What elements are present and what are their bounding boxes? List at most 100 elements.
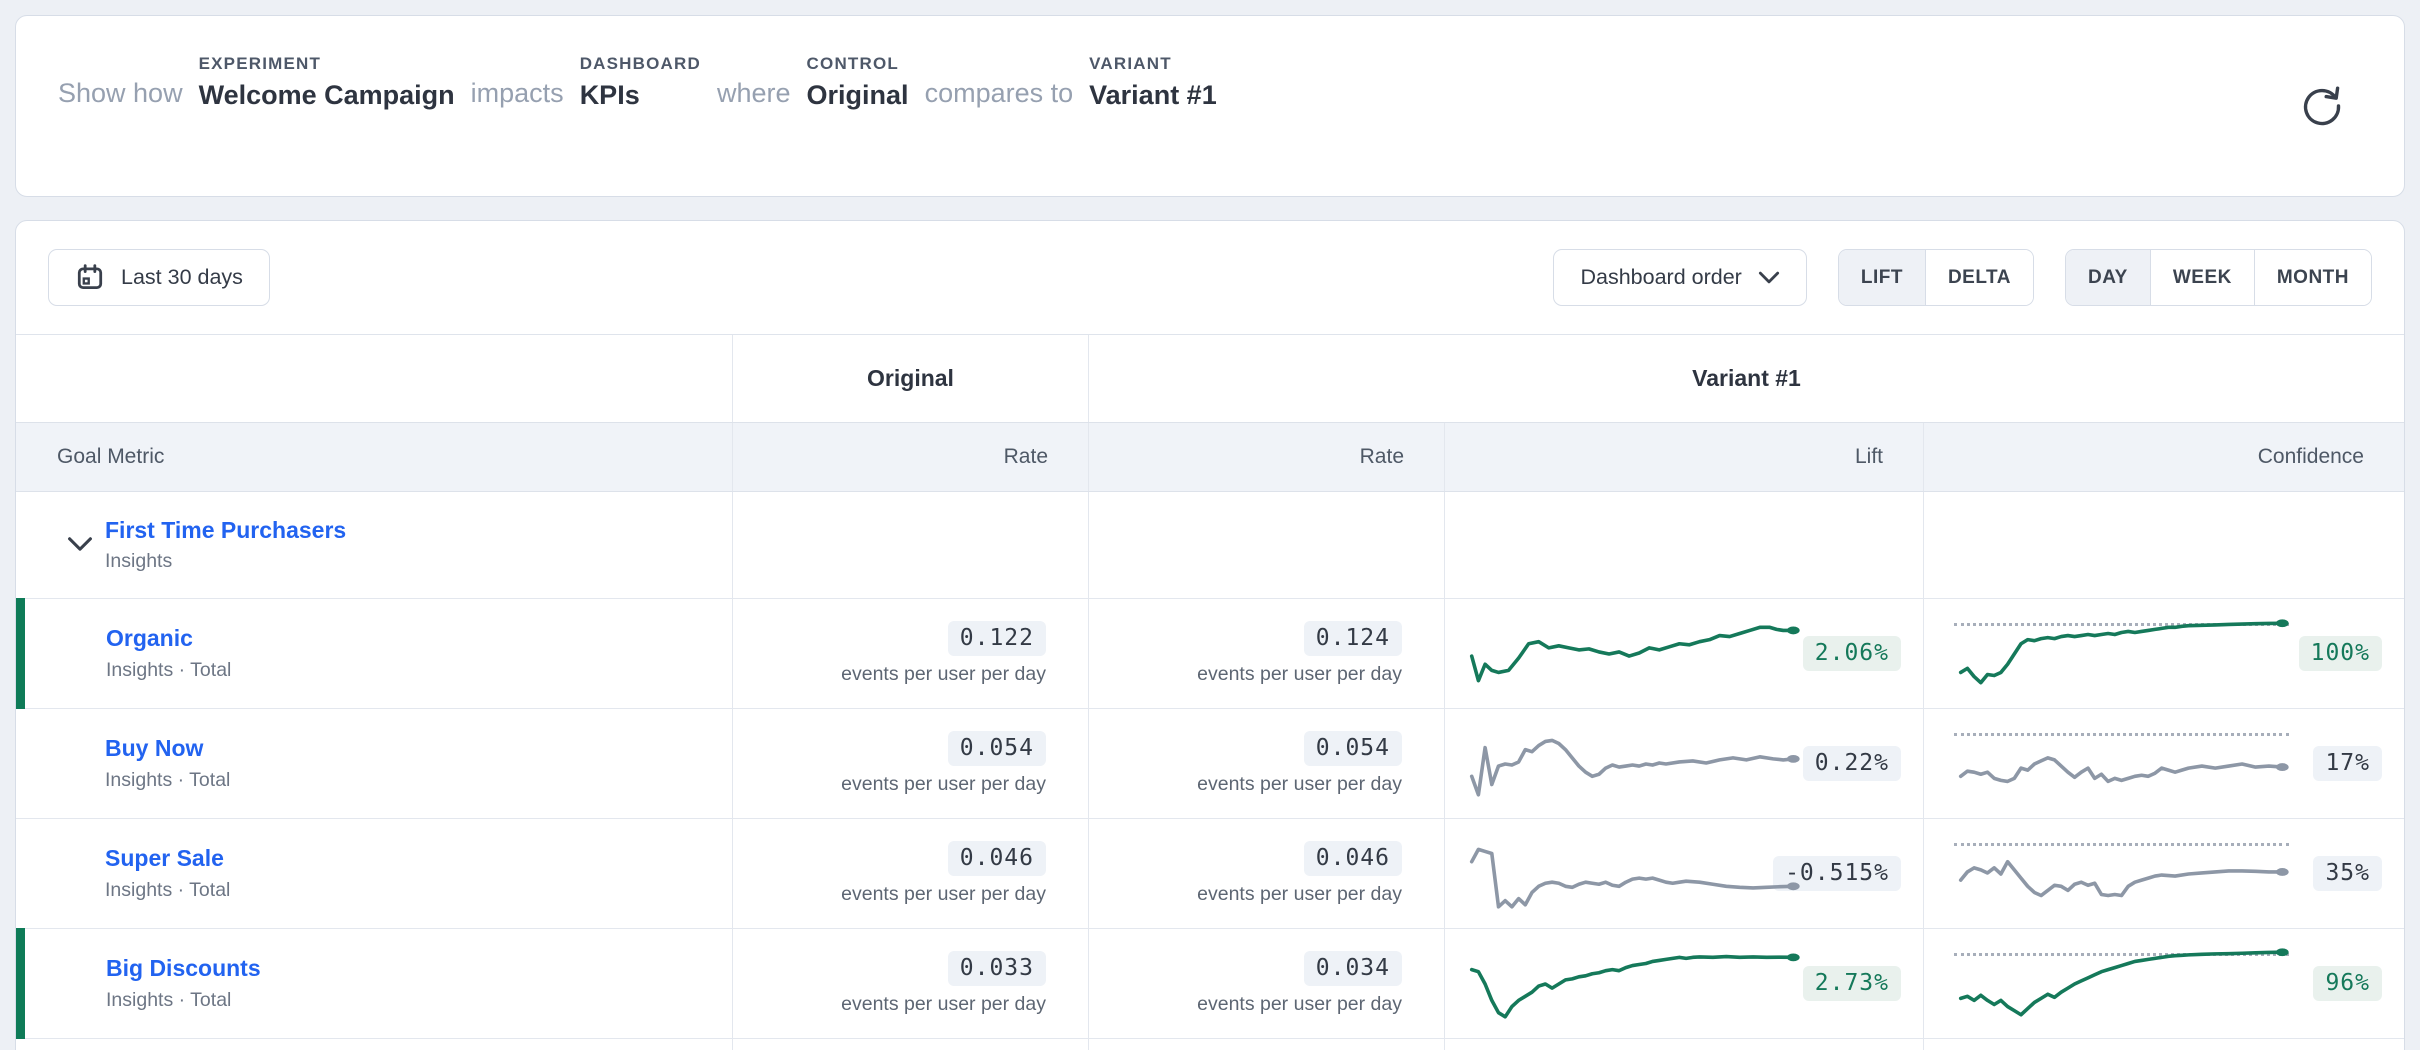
lift-sparkline [1465,833,1773,915]
lift-sparkline [1465,613,1800,695]
chevron-down-icon [1758,271,1780,284]
empty-cell [1444,492,1923,598]
rate-value: 0.033 [948,951,1046,986]
granularity-option-month[interactable]: MONTH [2254,250,2371,305]
empty-cell [1088,492,1444,598]
significance-bar [16,598,25,709]
rate-value: 0.054 [1304,731,1402,766]
goal-metric-cell: Big Discounts Insights · Total [16,929,732,1038]
rate-value: 0.124 [1304,621,1402,656]
metric-link[interactable]: First Time Purchasers [105,517,346,545]
metric-source: Insights · Total [105,879,230,902]
experiment-sentence: Show how EXPERIMENT Welcome Campaign imp… [58,54,1217,111]
variant-rate-cell: 0.054 events per user per day [1088,709,1444,818]
confidence-sparkline [1954,943,2289,1025]
report-panel: Last 30 days Dashboard order LIFT DELTA … [15,220,2405,1050]
metric-source: Insights · Total [106,659,231,682]
mode-option-lift[interactable]: LIFT [1839,250,1925,305]
rate-value: 0.122 [948,621,1046,656]
calendar-icon [75,263,105,293]
control-value[interactable]: Original [807,81,909,111]
significance-bar [16,928,25,1039]
rate-unit: events per user per day [841,993,1046,1016]
confidence-sparkline [1954,723,2289,805]
control-selector[interactable]: CONTROL Original [807,54,909,111]
control-label: CONTROL [807,54,909,74]
rate-unit: events per user per day [1197,993,1402,1016]
experiment-summary-panel: Show how EXPERIMENT Welcome Campaign imp… [15,15,2405,197]
variant-label: VARIANT [1089,54,1217,74]
refresh-button[interactable] [2298,82,2346,130]
table-row-organic: Organic Insights · Total 0.122 events pe… [16,599,2404,709]
metric-link[interactable]: Super Sale [105,845,224,873]
goal-metric-cell: First Time Purchasers Insights [16,492,732,598]
group-header-spacer [16,335,732,422]
lift-value: 0.22% [1803,746,1901,781]
confidence-cell: 100% [1923,599,2404,708]
sentence-intro: Show how [58,77,183,110]
metric-link[interactable]: Big Discounts [106,955,261,983]
variant-value[interactable]: Variant #1 [1089,81,1217,111]
sentence-impacts: impacts [471,77,564,110]
rate-unit: events per user per day [841,883,1046,906]
col-header-control-rate: Rate [732,423,1088,491]
table-row-buy-now: Buy Now Insights · Total 0.054 events pe… [16,709,2404,819]
metric-source: Insights [105,550,172,573]
experiment-value[interactable]: Welcome Campaign [199,81,455,111]
dashboard-order-label: Dashboard order [1580,265,1741,290]
metric-source: Insights · Total [106,989,231,1012]
rate-value: 0.054 [948,731,1046,766]
mode-toggle: LIFT DELTA [1838,249,2034,306]
confidence-value: 17% [2313,746,2382,781]
metric-link[interactable]: Organic [106,625,193,653]
confidence-value: 35% [2313,856,2382,891]
table-row-partial [16,1039,2404,1050]
rate-unit: events per user per day [1197,773,1402,796]
experiment-selector[interactable]: EXPERIMENT Welcome Campaign [199,54,455,111]
table-row-super-sale: Super Sale Insights · Total 0.046 events… [16,819,2404,929]
empty-cell [732,492,1088,598]
rate-unit: events per user per day [841,773,1046,796]
granularity-option-week[interactable]: WEEK [2150,250,2254,305]
goal-metric-cell: Buy Now Insights · Total [16,709,732,818]
confidence-cell: 35% [1923,819,2404,928]
control-rate-cell: 0.054 events per user per day [732,709,1088,818]
granularity-toggle: DAY WEEK MONTH [2065,249,2372,306]
control-group-header: Original [732,335,1088,422]
lift-cell: 2.06% [1444,599,1923,708]
granularity-option-day[interactable]: DAY [2066,250,2150,305]
date-range-label: Last 30 days [121,265,243,290]
lift-value: 2.06% [1803,636,1901,671]
confidence-value: 96% [2313,966,2382,1001]
rate-value: 0.034 [1304,951,1402,986]
table-group-header-row: Original Variant #1 [16,334,2404,422]
variant-selector[interactable]: VARIANT Variant #1 [1089,54,1217,111]
lift-sparkline [1465,723,1800,805]
rate-value: 0.046 [1304,841,1402,876]
lift-value: 2.73% [1803,966,1901,1001]
lift-cell: 2.73% [1444,929,1923,1038]
metric-link[interactable]: Buy Now [105,735,203,763]
report-toolbar: Last 30 days Dashboard order LIFT DELTA … [16,221,2404,334]
control-rate-cell: 0.033 events per user per day [732,929,1088,1038]
confidence-sparkline [1954,613,2289,695]
dashboard-label: DASHBOARD [580,54,701,74]
goal-metric-cell: Super Sale Insights · Total [16,819,732,928]
col-header-goal-metric: Goal Metric [16,423,732,491]
dashboard-selector[interactable]: DASHBOARD KPIs [580,54,701,111]
dashboard-order-dropdown[interactable]: Dashboard order [1553,249,1806,306]
collapse-chevron-icon[interactable] [64,529,96,561]
rate-value: 0.046 [948,841,1046,876]
confidence-cell: 96% [1923,929,2404,1038]
rate-unit: events per user per day [1197,883,1402,906]
date-range-button[interactable]: Last 30 days [48,249,270,306]
rate-unit: events per user per day [1197,663,1402,686]
col-header-variant-rate: Rate [1088,423,1444,491]
lift-sparkline [1465,943,1800,1025]
experiment-label: EXPERIMENT [199,54,455,74]
results-table: Original Variant #1 Goal Metric Rate Rat… [16,334,2404,1050]
dashboard-value[interactable]: KPIs [580,81,701,111]
control-rate-cell: 0.122 events per user per day [732,599,1088,708]
mode-option-delta[interactable]: DELTA [1925,250,2033,305]
sentence-compares-to: compares to [925,77,1074,110]
